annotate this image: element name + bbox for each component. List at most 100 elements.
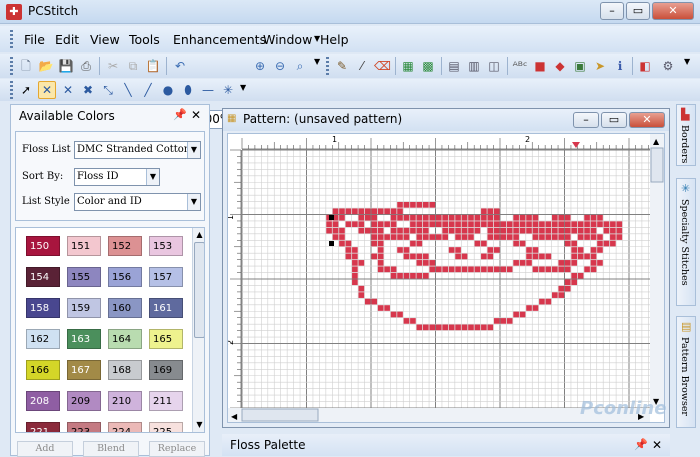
specialty-stitch-icon[interactable]: ✳	[220, 82, 236, 98]
scroll-down-icon[interactable]: ▼	[193, 418, 204, 431]
canvas-hscroll-thumb[interactable]	[241, 408, 319, 422]
color-swatch[interactable]: 151	[67, 236, 101, 256]
open-folder-icon[interactable]: 📂	[38, 58, 54, 74]
sort-by-select[interactable]: Floss ID ▼	[74, 168, 160, 186]
close-panel-icon[interactable]: ✕	[652, 438, 662, 452]
floss-tool-icon[interactable]: ▣	[572, 58, 588, 74]
long-stitch-icon[interactable]: —	[200, 82, 216, 98]
pointer-icon[interactable]: ➚	[18, 82, 34, 98]
color-swatch[interactable]: 154	[26, 267, 60, 287]
color-swatch[interactable]: 169	[149, 360, 183, 380]
stitch-tool-icon[interactable]: ✎	[334, 58, 350, 74]
color-swatch[interactable]: 167	[67, 360, 101, 380]
toolbar-overflow-icon[interactable]: ▼	[314, 57, 320, 66]
minimize-button[interactable]: –	[600, 2, 624, 20]
grid-options-icon[interactable]: ▩	[420, 58, 436, 74]
color-swatch[interactable]: 223	[67, 422, 101, 432]
full-stitch-icon[interactable]: ✕	[38, 81, 56, 99]
toolbar-grip-2[interactable]	[326, 57, 329, 75]
undo-icon[interactable]: ↶	[172, 58, 188, 74]
selection-handle[interactable]	[329, 215, 334, 220]
color-swatch[interactable]: 211	[149, 391, 183, 411]
maximize-button[interactable]: ▭	[626, 2, 650, 20]
tab-borders[interactable]: ▙ Borders	[676, 104, 696, 166]
layout-single-icon[interactable]: ▤	[446, 58, 462, 74]
canvas-vscroll-thumb[interactable]	[650, 147, 664, 183]
color-swatch[interactable]: 166	[26, 360, 60, 380]
list-style-select[interactable]: Color and ID ▼	[74, 193, 201, 211]
color-swatch[interactable]: 163	[67, 329, 101, 349]
color-swatch[interactable]: 155	[67, 267, 101, 287]
color-swatch[interactable]: 153	[149, 236, 183, 256]
frame-tool-icon[interactable]: ◧	[637, 58, 653, 74]
color-swatch[interactable]: 156	[108, 267, 142, 287]
tab-pattern-browser[interactable]: ▤ Pattern Browser	[676, 316, 696, 428]
cut-icon[interactable]: ✂	[105, 58, 121, 74]
export-tool-icon[interactable]: ➤	[592, 58, 608, 74]
close-panel-icon[interactable]: ✕	[191, 108, 201, 122]
color-tool-icon[interactable]: ◆	[552, 58, 568, 74]
pin-icon[interactable]: 📌	[634, 438, 648, 451]
pattern-restore-button[interactable]: ▭	[601, 112, 627, 128]
toolbar-overflow-icon-2[interactable]: ▼	[684, 57, 690, 66]
blend-button[interactable]: Blend	[83, 441, 139, 457]
new-file-icon[interactable]: 🗋	[18, 58, 34, 74]
color-swatch[interactable]: 165	[149, 329, 183, 349]
settings-icon[interactable]: ⚙	[660, 58, 676, 74]
color-swatch[interactable]: 152	[108, 236, 142, 256]
drawing-overflow-icon[interactable]: ▼	[240, 83, 246, 92]
menu-file[interactable]: File	[24, 32, 45, 47]
french-knot-icon[interactable]: ●	[160, 82, 176, 98]
palette-tool-icon[interactable]: ■	[532, 58, 548, 74]
pattern-close-button[interactable]: ✕	[629, 112, 665, 128]
layout-split-icon[interactable]: ◫	[486, 58, 502, 74]
color-swatch[interactable]: 168	[108, 360, 142, 380]
menu-window[interactable]: Window	[263, 32, 312, 47]
color-swatch[interactable]: 157	[149, 267, 183, 287]
color-swatch[interactable]: 225	[149, 422, 183, 432]
bead-icon[interactable]: ⬮	[180, 82, 196, 98]
zoom-out-icon[interactable]: ⊖	[272, 58, 288, 74]
menu-enhancements[interactable]: Enhancements	[173, 32, 266, 47]
menu-tools[interactable]: Tools	[129, 32, 160, 47]
swatch-scrollbar[interactable]: ▲ ▼	[192, 228, 204, 432]
scrollbar-thumb[interactable]	[194, 242, 204, 338]
print-icon[interactable]: ⎙	[78, 58, 94, 74]
eraser-icon[interactable]: ⌫	[374, 58, 391, 74]
paste-icon[interactable]: 📋	[145, 58, 161, 74]
info-icon[interactable]: ℹ	[612, 58, 628, 74]
spell-check-icon[interactable]: ᴬᴮᶜ	[512, 58, 528, 74]
half-stitch-icon[interactable]: ✕	[60, 82, 76, 98]
copy-icon[interactable]: ⧉	[125, 58, 141, 74]
color-swatch[interactable]: 221	[26, 422, 60, 432]
color-swatch[interactable]: 160	[108, 298, 142, 318]
add-button[interactable]: Add	[17, 441, 73, 457]
menu-overflow-icon[interactable]: ▼	[314, 34, 320, 43]
color-swatch[interactable]: 224	[108, 422, 142, 432]
zoom-fit-icon[interactable]: ⌕	[292, 58, 308, 74]
color-swatch[interactable]: 159	[67, 298, 101, 318]
layout-columns-icon[interactable]: ▥	[466, 58, 482, 74]
quarter-stitch-icon[interactable]: ✖	[80, 82, 96, 98]
color-swatch[interactable]: 150	[26, 236, 60, 256]
close-button[interactable]: ✕	[652, 2, 694, 20]
scroll-left-icon[interactable]: ◀	[231, 412, 238, 421]
color-swatch[interactable]: 208	[26, 391, 60, 411]
floss-list-select[interactable]: DMC Stranded Cotton ▼	[74, 141, 201, 159]
color-swatch[interactable]: 164	[108, 329, 142, 349]
save-icon[interactable]: 💾	[58, 58, 74, 74]
line-icon[interactable]: ╲	[120, 82, 136, 98]
menu-edit[interactable]: Edit	[55, 32, 79, 47]
color-swatch[interactable]: 161	[149, 298, 183, 318]
color-swatch[interactable]: 210	[108, 391, 142, 411]
pattern-canvas[interactable]: 1 2 1 2 ▲ ▼ ◀ ▶	[227, 133, 665, 423]
scroll-up-icon[interactable]: ▲	[653, 137, 660, 146]
color-swatch[interactable]: 158	[26, 298, 60, 318]
tab-specialty-stitches[interactable]: ✳ Specialty Stitches	[676, 178, 696, 306]
backstitch-icon[interactable]: ⤡	[100, 82, 116, 98]
toolbar-grip[interactable]	[10, 57, 13, 75]
pin-icon[interactable]: 📌	[173, 108, 187, 121]
menu-view[interactable]: View	[90, 32, 120, 47]
pattern-minimize-button[interactable]: –	[573, 112, 599, 128]
color-swatch[interactable]: 162	[26, 329, 60, 349]
